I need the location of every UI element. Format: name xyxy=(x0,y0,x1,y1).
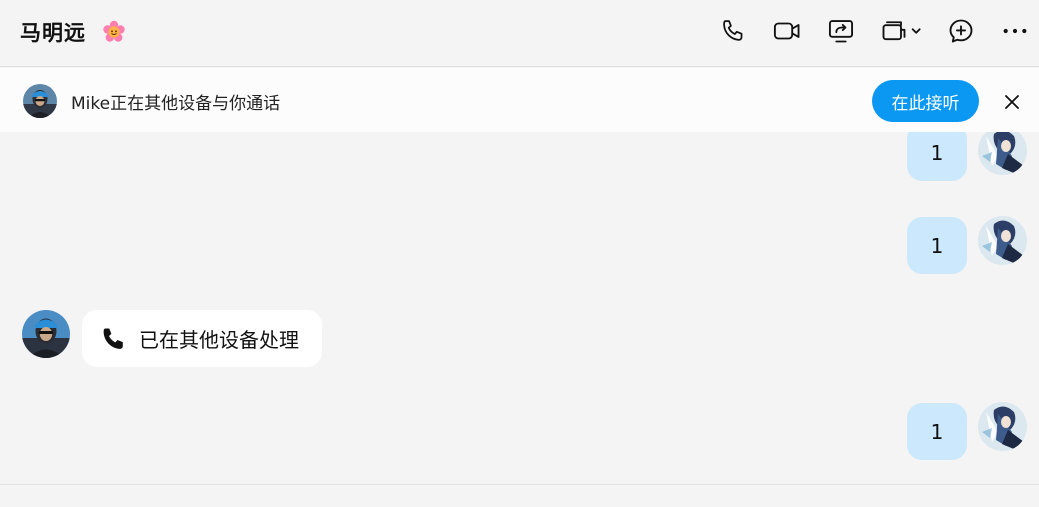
close-icon[interactable] xyxy=(1000,90,1024,114)
avatar[interactable] xyxy=(978,216,1027,265)
avatar[interactable] xyxy=(978,402,1027,451)
avatar[interactable] xyxy=(978,132,1027,175)
outgoing-message-bubble[interactable]: 1 xyxy=(907,403,967,460)
chat-title: 马明远 xyxy=(20,21,86,45)
screen-share-icon[interactable] xyxy=(826,16,856,46)
multi-device-icon[interactable] xyxy=(880,16,924,46)
input-divider xyxy=(0,484,1039,485)
video-icon[interactable] xyxy=(772,16,802,46)
phone-icon[interactable] xyxy=(718,16,748,46)
message-list[interactable]: 1 1 已在其他设备处理 1 xyxy=(0,132,1039,484)
call-record-text: 已在其他设备处理 xyxy=(139,328,299,352)
outgoing-message-bubble[interactable]: 1 xyxy=(907,217,967,274)
phone-icon xyxy=(99,325,127,353)
incoming-call-record-bubble[interactable]: 已在其他设备处理 xyxy=(82,310,322,367)
avatar xyxy=(23,84,57,118)
ongoing-call-banner: Mike正在其他设备与你通话 在此接听 xyxy=(0,68,1039,132)
answer-here-button[interactable]: 在此接听 xyxy=(872,80,979,122)
avatar[interactable] xyxy=(22,310,70,358)
add-chat-icon[interactable] xyxy=(946,16,976,46)
flower-emoji-icon xyxy=(102,20,126,44)
call-status-text: Mike正在其他设备与你通话 xyxy=(71,94,281,114)
outgoing-message-bubble[interactable]: 1 xyxy=(907,132,967,181)
chat-header: 马明远 xyxy=(0,0,1039,67)
more-icon[interactable] xyxy=(1000,16,1030,46)
